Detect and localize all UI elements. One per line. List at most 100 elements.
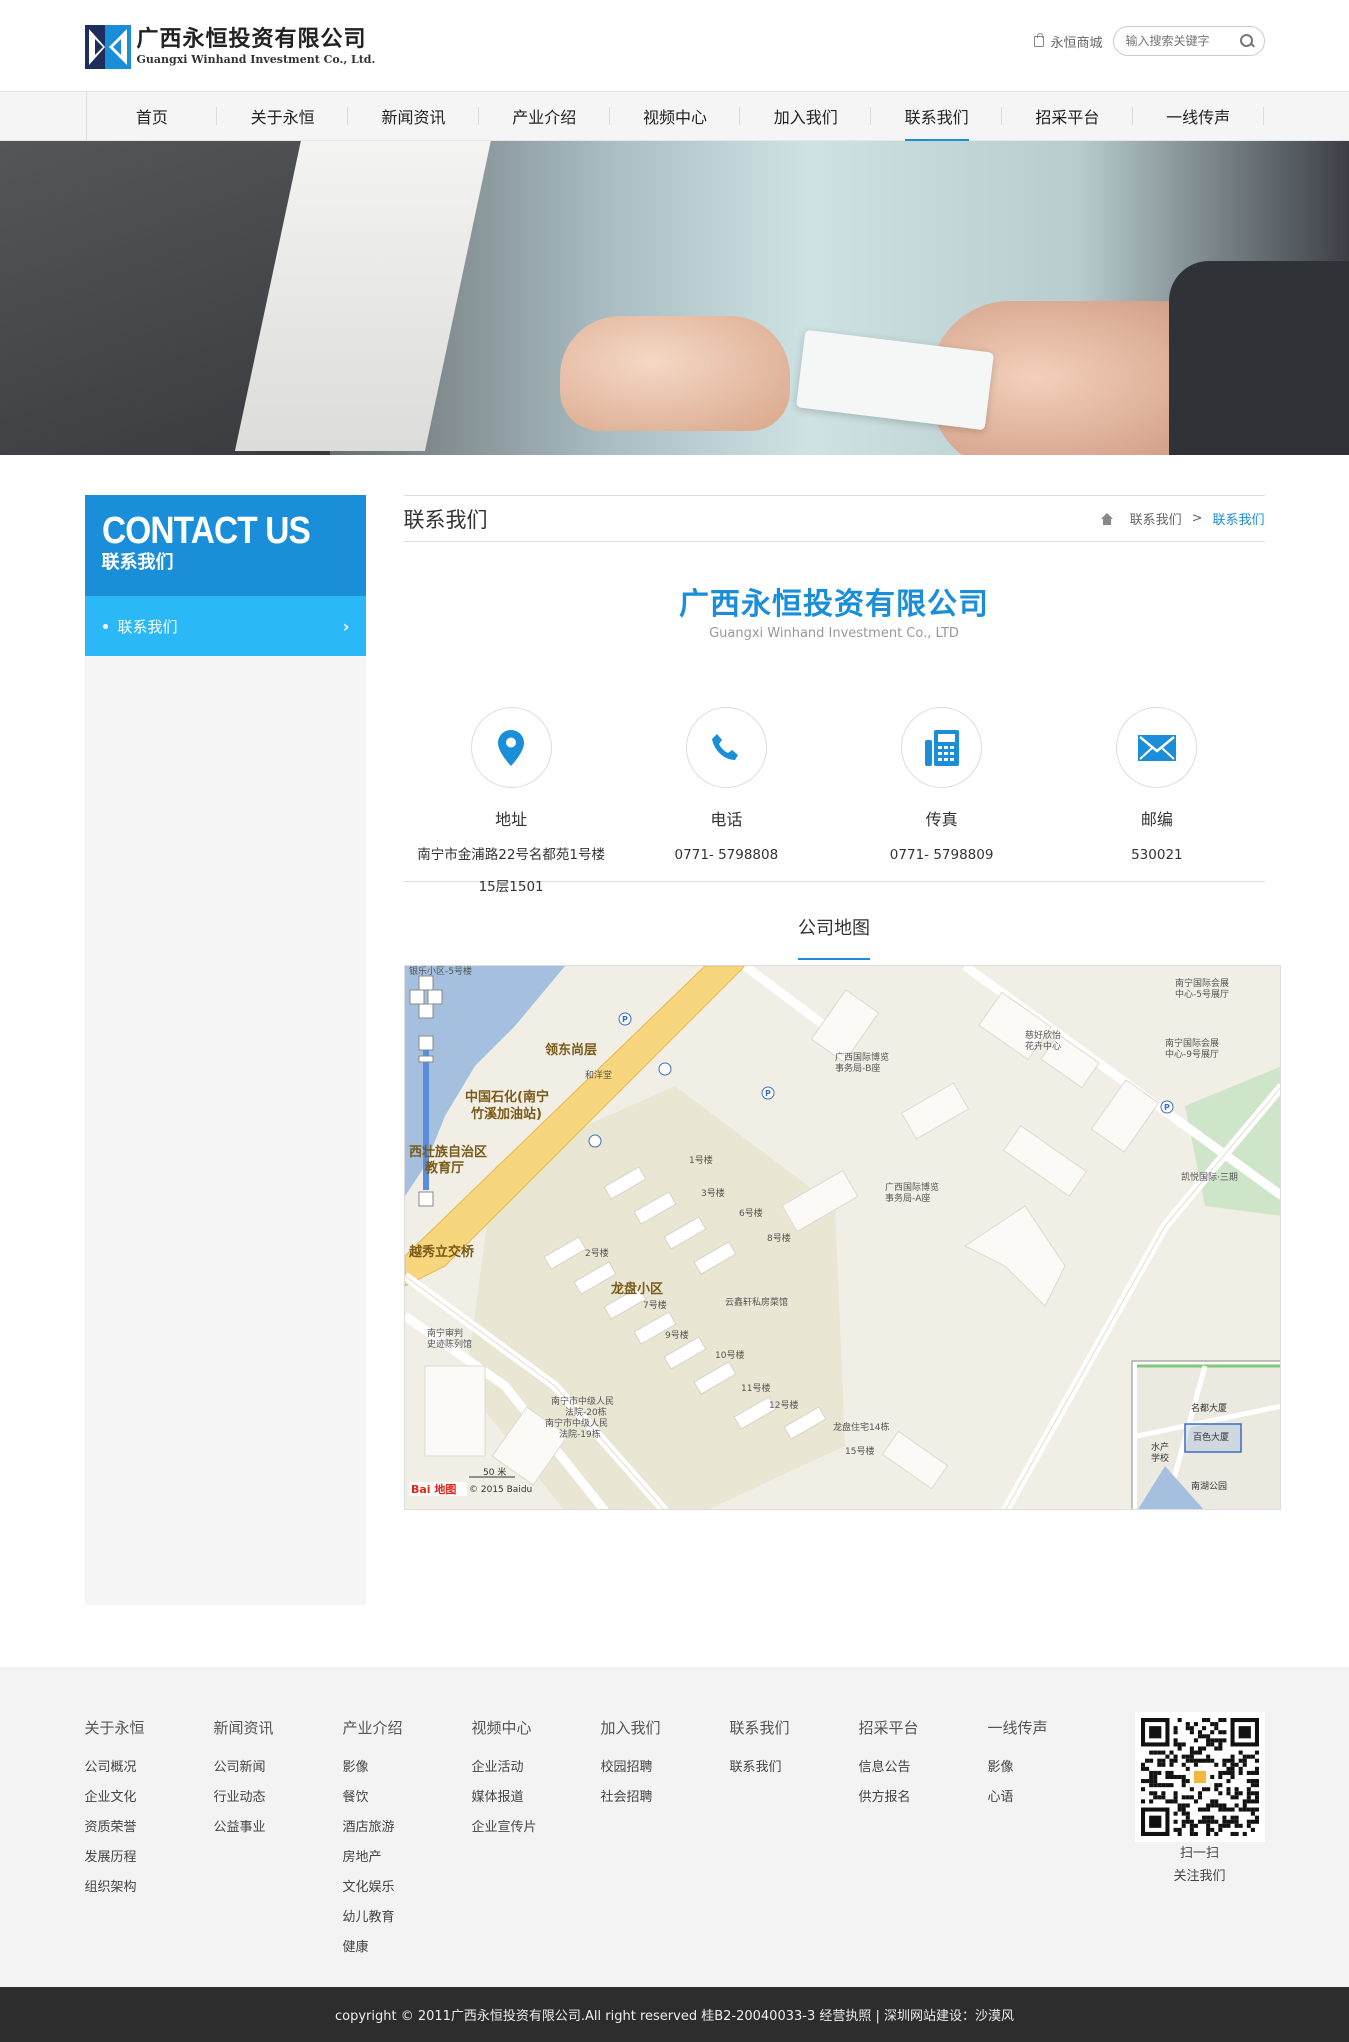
search-box	[1112, 26, 1265, 56]
logo[interactable]: 广西永恒投资有限公司 Guangxi Winhand Investment Co…	[84, 25, 376, 69]
footer-link[interactable]: 企业文化	[85, 1783, 214, 1813]
footer-link[interactable]: 信息公告	[859, 1753, 988, 1783]
map-title: 公司地图	[798, 914, 870, 960]
chevron-right-icon: ›	[342, 616, 350, 636]
breadcrumb-parent[interactable]: 联系我们	[1130, 509, 1182, 528]
footer-link[interactable]: 联系我们	[730, 1753, 859, 1783]
footer-column-title[interactable]: 视频中心	[472, 1717, 601, 1738]
footer-column-title[interactable]: 关于永恒	[85, 1717, 214, 1738]
baidu-logo: Bai 地图	[411, 1482, 456, 1496]
sidebar-title-cn: 联系我们	[101, 552, 174, 573]
mall-link[interactable]: 永恒商城	[1034, 32, 1103, 51]
mall-label: 永恒商城	[1050, 35, 1103, 51]
nav-item[interactable]: 加入我们	[740, 92, 871, 140]
nav-item-label: 首页	[135, 108, 168, 127]
footer-column-title[interactable]: 产业介绍	[343, 1717, 472, 1738]
info-label: 邮编	[1140, 810, 1173, 829]
company-name-en: Guangxi Winhand Investment Co., LTD	[709, 626, 959, 641]
footer-link[interactable]: 公司新闻	[214, 1753, 343, 1783]
footer-column-title[interactable]: 招采平台	[859, 1717, 988, 1738]
footer-link[interactable]: 公司概况	[85, 1753, 214, 1783]
home-icon[interactable]	[1100, 512, 1114, 525]
footer-link[interactable]: 心语	[988, 1783, 1117, 1813]
footer-link[interactable]: 组织架构	[85, 1873, 214, 1903]
map-label: 水产	[1151, 1441, 1169, 1453]
sidebar-item-label: 联系我们	[117, 617, 178, 636]
map-label: 7号楼	[643, 1299, 667, 1311]
map-label: 6号楼	[739, 1207, 763, 1219]
main-section: CONTACT US 联系我们 联系我们 › 联系我们 联系我们 > 联系我们 …	[84, 495, 1281, 1605]
footer-link[interactable]: 行业动态	[214, 1783, 343, 1813]
footer-link[interactable]: 文化娱乐	[343, 1873, 472, 1903]
footer-link[interactable]: 企业活动	[472, 1753, 601, 1783]
footer-link[interactable]: 发展历程	[85, 1843, 214, 1873]
nav-item[interactable]: 首页	[87, 92, 218, 140]
footer-link[interactable]: 餐饮	[343, 1783, 472, 1813]
nav-item[interactable]: 新闻资讯	[348, 92, 479, 140]
footer-link[interactable]: 酒店旅游	[343, 1813, 472, 1843]
map-label: 云鑫轩私房菜馆	[725, 1296, 788, 1308]
main-nav: 首页 关于永恒 新闻资讯 产业介绍 视频中心 加入我们 联系我们 招采平台 一线传声	[0, 91, 1349, 141]
info-phone: 电话 0771- 5798808	[619, 707, 834, 881]
footer-column: 视频中心企业活动 媒体报道 企业宣传片	[472, 1717, 601, 1963]
nav-item[interactable]: 关于永恒	[217, 92, 348, 140]
footer-column-title[interactable]: 加入我们	[601, 1717, 730, 1738]
map-label: 和洋堂	[585, 1069, 612, 1081]
footer-column-title[interactable]: 一线传声	[988, 1717, 1117, 1738]
nav-item[interactable]: 联系我们	[871, 92, 1002, 141]
svg-text:P: P	[622, 1015, 628, 1024]
map-label: 南宁审判	[427, 1327, 463, 1339]
map-label: 广西国际博览	[835, 1051, 889, 1063]
qr-code-icon	[1134, 1712, 1265, 1842]
info-label: 地址	[495, 810, 528, 829]
shopping-bag-icon	[1034, 32, 1045, 47]
info-fax: 传真 0771- 5798809	[834, 707, 1049, 881]
footer-link[interactable]: 健康	[343, 1933, 472, 1963]
sidebar-item-contact[interactable]: 联系我们 ›	[84, 596, 366, 656]
footer-link[interactable]: 房地产	[343, 1843, 472, 1873]
footer-link[interactable]: 影像	[988, 1753, 1117, 1783]
logo-name-en: Guangxi Winhand Investment Co., Ltd.	[136, 53, 376, 66]
footer-column: 联系我们 联系我们	[730, 1717, 859, 1963]
footer-link[interactable]: 供方报名	[859, 1783, 988, 1813]
footer-link[interactable]: 企业宣传片	[472, 1813, 601, 1843]
map-label: 学校	[1151, 1452, 1169, 1464]
map-label: 龙盘住宅14栋	[833, 1421, 889, 1433]
company-heading: 广西永恒投资有限公司 Guangxi Winhand Investment Co…	[404, 588, 1265, 642]
nav-item[interactable]: 产业介绍	[479, 92, 610, 140]
nav-item-label: 关于永恒	[250, 108, 315, 127]
footer-link[interactable]: 资质荣誉	[85, 1813, 214, 1843]
info-label: 电话	[710, 810, 743, 829]
footer-link[interactable]: 社会招聘	[601, 1783, 730, 1813]
info-value: 530021	[1131, 847, 1183, 863]
map-label: 法院-20栋	[565, 1406, 607, 1418]
map-label: 越秀立交桥	[408, 1244, 475, 1260]
contact-info: 地址 南宁市金浦路22号名都苑1号楼15层1501 电话 0771- 57988…	[403, 707, 1265, 895]
search-input[interactable]	[1125, 34, 1236, 48]
footer-column-title[interactable]: 新闻资讯	[214, 1717, 343, 1738]
fax-icon	[901, 707, 983, 788]
nav-item[interactable]: 招采平台	[1002, 92, 1133, 140]
nav-item-label: 招采平台	[1035, 108, 1100, 127]
footer-column-title[interactable]: 联系我们	[730, 1717, 859, 1738]
footer-link[interactable]: 公益事业	[214, 1813, 343, 1843]
footer-link[interactable]: 影像	[343, 1753, 472, 1783]
info-value: 0771- 5798809	[889, 847, 994, 863]
search-icon[interactable]	[1239, 34, 1254, 48]
breadcrumb-current[interactable]: 联系我们	[1212, 509, 1264, 528]
map-label: 教育厅	[424, 1160, 464, 1176]
map-label: 8号楼	[767, 1232, 791, 1244]
nav-item[interactable]: 视频中心	[610, 92, 741, 140]
logo-mark-icon	[84, 25, 131, 69]
map-label: 史迹陈列馆	[427, 1338, 472, 1350]
breadcrumb-separator: >	[1191, 511, 1203, 526]
nav-item[interactable]: 一线传声	[1133, 92, 1264, 140]
footer-link[interactable]: 幼儿教育	[343, 1903, 472, 1933]
baidu-map[interactable]: 领东尚层 中国石化(南宁 竹溪加油站) 西壮族自治区 教育厅 越秀立交桥 龙盘小…	[403, 965, 1281, 1510]
logo-name-cn: 广西永恒投资有限公司	[136, 27, 367, 52]
footer-link[interactable]: 校园招聘	[601, 1753, 730, 1783]
map-label: 事务局-A座	[885, 1192, 930, 1204]
map-label: 2号楼	[585, 1247, 609, 1259]
map-label: 事务局-B座	[835, 1062, 880, 1074]
footer-link[interactable]: 媒体报道	[472, 1783, 601, 1813]
